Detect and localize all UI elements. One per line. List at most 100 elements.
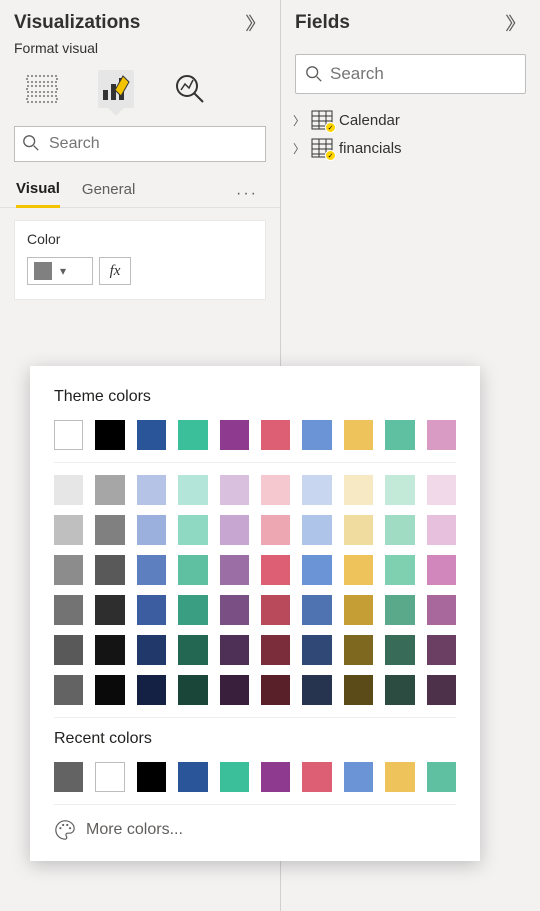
color-swatch[interactable] bbox=[54, 675, 83, 705]
color-swatch[interactable] bbox=[344, 475, 373, 505]
color-swatch[interactable] bbox=[220, 762, 249, 792]
color-swatch[interactable] bbox=[261, 475, 290, 505]
fields-search-input[interactable] bbox=[295, 54, 526, 94]
color-swatch[interactable] bbox=[54, 635, 83, 665]
color-swatch[interactable] bbox=[385, 475, 414, 505]
color-swatch[interactable] bbox=[302, 675, 331, 705]
collapse-viz-icon[interactable]: 〉〉 bbox=[245, 10, 266, 36]
color-swatch[interactable] bbox=[95, 635, 124, 665]
color-swatch[interactable] bbox=[137, 515, 166, 545]
color-swatch[interactable] bbox=[302, 762, 331, 792]
shade-row bbox=[54, 595, 456, 625]
color-swatch[interactable] bbox=[220, 475, 249, 505]
color-swatch[interactable] bbox=[137, 420, 166, 450]
field-table-calendar[interactable]: 〉Calendar bbox=[291, 106, 530, 134]
color-swatch[interactable] bbox=[178, 635, 207, 665]
color-swatch[interactable] bbox=[137, 555, 166, 585]
color-swatch[interactable] bbox=[261, 595, 290, 625]
fx-button[interactable]: fx bbox=[99, 257, 131, 285]
color-swatch[interactable] bbox=[137, 635, 166, 665]
color-swatch[interactable] bbox=[302, 420, 331, 450]
color-swatch[interactable] bbox=[54, 420, 83, 450]
color-swatch[interactable] bbox=[220, 555, 249, 585]
field-table-financials[interactable]: 〉financials bbox=[291, 134, 530, 162]
color-swatch[interactable] bbox=[427, 595, 456, 625]
color-swatch[interactable] bbox=[137, 675, 166, 705]
color-swatch[interactable] bbox=[178, 515, 207, 545]
shade-row bbox=[54, 675, 456, 705]
color-swatch[interactable] bbox=[178, 475, 207, 505]
analytics-tab[interactable] bbox=[172, 72, 208, 106]
color-swatch[interactable] bbox=[178, 595, 207, 625]
color-swatch[interactable] bbox=[302, 555, 331, 585]
color-swatch[interactable] bbox=[427, 762, 456, 792]
color-swatch[interactable] bbox=[220, 595, 249, 625]
color-swatch[interactable] bbox=[95, 475, 124, 505]
color-swatch[interactable] bbox=[220, 515, 249, 545]
color-swatch[interactable] bbox=[427, 475, 456, 505]
color-swatch[interactable] bbox=[261, 555, 290, 585]
color-swatch[interactable] bbox=[261, 675, 290, 705]
collapse-fields-icon[interactable]: 〉〉 bbox=[505, 10, 526, 36]
color-swatch[interactable] bbox=[302, 635, 331, 665]
color-swatch[interactable] bbox=[137, 595, 166, 625]
color-swatch[interactable] bbox=[137, 475, 166, 505]
color-swatch[interactable] bbox=[427, 675, 456, 705]
color-swatch[interactable] bbox=[385, 675, 414, 705]
color-swatch[interactable] bbox=[385, 515, 414, 545]
color-swatch[interactable] bbox=[302, 595, 331, 625]
color-swatch[interactable] bbox=[344, 555, 373, 585]
color-swatch[interactable] bbox=[302, 515, 331, 545]
color-swatch[interactable] bbox=[220, 675, 249, 705]
color-swatch[interactable] bbox=[178, 762, 207, 792]
color-swatch[interactable] bbox=[261, 635, 290, 665]
color-swatch[interactable] bbox=[427, 515, 456, 545]
color-swatch[interactable] bbox=[95, 420, 124, 450]
build-visual-tab[interactable] bbox=[24, 72, 60, 106]
theme-colors-row bbox=[54, 420, 456, 450]
format-visual-tab[interactable] bbox=[98, 70, 134, 108]
color-swatch[interactable] bbox=[344, 420, 373, 450]
color-swatch[interactable] bbox=[302, 475, 331, 505]
color-swatch[interactable] bbox=[178, 675, 207, 705]
format-search-input[interactable] bbox=[14, 126, 266, 162]
color-swatch[interactable] bbox=[427, 635, 456, 665]
color-swatch[interactable] bbox=[95, 595, 124, 625]
color-swatch[interactable] bbox=[385, 595, 414, 625]
color-swatch[interactable] bbox=[178, 420, 207, 450]
color-dropdown[interactable]: ▾ bbox=[27, 257, 93, 285]
color-swatch[interactable] bbox=[220, 635, 249, 665]
color-swatch[interactable] bbox=[261, 762, 290, 792]
tab-visual[interactable]: Visual bbox=[16, 180, 60, 208]
color-swatch[interactable] bbox=[385, 635, 414, 665]
color-swatch[interactable] bbox=[178, 555, 207, 585]
color-swatch[interactable] bbox=[344, 675, 373, 705]
color-swatch[interactable] bbox=[95, 675, 124, 705]
tab-general[interactable]: General bbox=[82, 181, 135, 206]
color-swatch[interactable] bbox=[54, 762, 83, 792]
color-swatch[interactable] bbox=[427, 420, 456, 450]
color-swatch[interactable] bbox=[95, 555, 124, 585]
color-swatch[interactable] bbox=[344, 515, 373, 545]
color-swatch[interactable] bbox=[385, 762, 414, 792]
color-swatch[interactable] bbox=[95, 515, 124, 545]
color-swatch[interactable] bbox=[54, 515, 83, 545]
color-swatch[interactable] bbox=[54, 555, 83, 585]
color-swatch[interactable] bbox=[344, 762, 373, 792]
color-swatch[interactable] bbox=[137, 762, 166, 792]
color-swatch[interactable] bbox=[385, 420, 414, 450]
color-swatch[interactable] bbox=[220, 420, 249, 450]
color-swatch[interactable] bbox=[385, 555, 414, 585]
color-swatch[interactable] bbox=[344, 595, 373, 625]
color-swatch[interactable] bbox=[344, 635, 373, 665]
color-swatch[interactable] bbox=[54, 595, 83, 625]
table-icon bbox=[311, 138, 333, 158]
color-swatch[interactable] bbox=[261, 515, 290, 545]
color-swatch[interactable] bbox=[95, 762, 124, 792]
color-swatch[interactable] bbox=[261, 420, 290, 450]
more-colors-button[interactable]: More colors... bbox=[54, 819, 456, 841]
tab-more-icon[interactable]: ··· bbox=[236, 185, 258, 203]
color-swatch[interactable] bbox=[427, 555, 456, 585]
fx-label: fx bbox=[110, 263, 121, 280]
color-swatch[interactable] bbox=[54, 475, 83, 505]
